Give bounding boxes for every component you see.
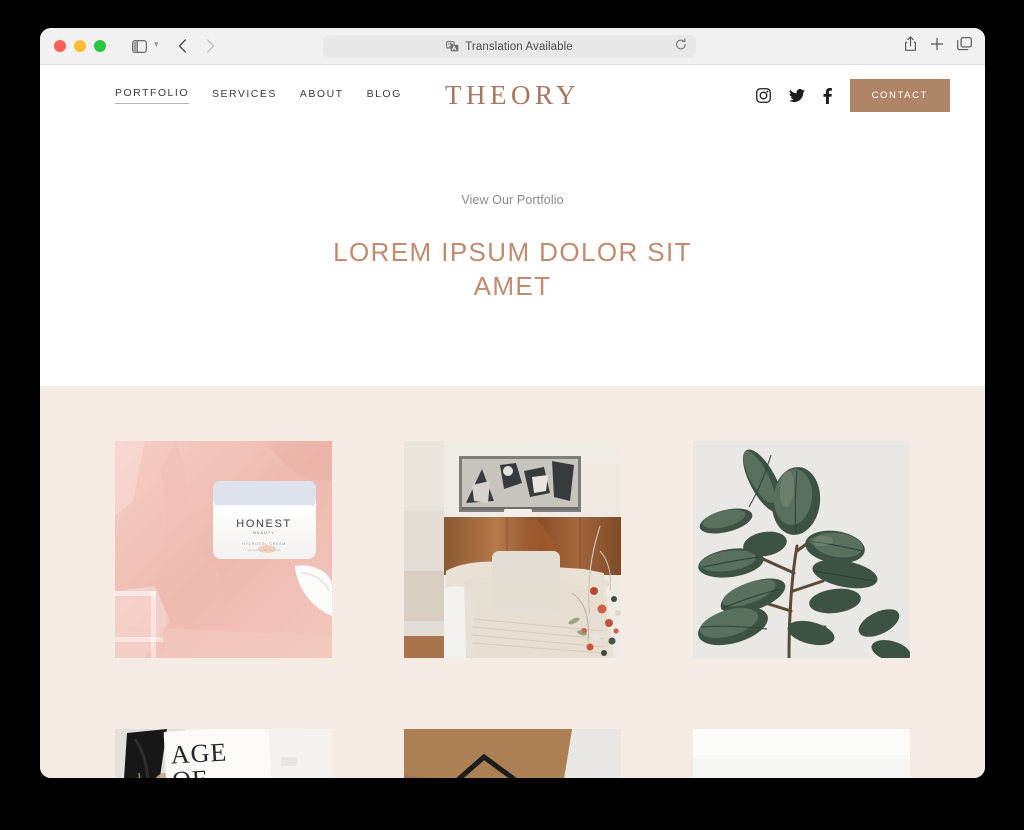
facebook-icon[interactable] bbox=[823, 87, 832, 104]
instagram-icon[interactable] bbox=[755, 88, 771, 103]
white-interior-image bbox=[693, 729, 910, 778]
svg-text:OF: OF bbox=[171, 765, 208, 778]
maximize-window-button[interactable] bbox=[94, 40, 106, 52]
share-icon[interactable] bbox=[904, 36, 917, 57]
sidebar-toggle-icon[interactable] bbox=[126, 34, 152, 58]
window-controls bbox=[40, 40, 106, 52]
chevron-down-icon[interactable]: ▾ bbox=[154, 40, 161, 52]
hero-eyebrow: View Our Portfolio bbox=[461, 193, 564, 207]
translate-icon bbox=[446, 41, 459, 52]
portfolio-gallery: HONEST BEAUTY HYDROGEL CREAM two layers … bbox=[40, 386, 985, 778]
address-bar-status: Translation Available bbox=[465, 40, 573, 53]
hero-section: View Our Portfolio LOREM IPSUM DOLOR SIT… bbox=[40, 126, 985, 386]
browser-window: ▾ Translation Available PORTFOLIO SERVIC… bbox=[40, 28, 985, 778]
close-window-button[interactable] bbox=[54, 40, 66, 52]
gallery-item-3[interactable] bbox=[693, 441, 910, 658]
nav-item-portfolio[interactable]: PORTFOLIO bbox=[115, 87, 189, 104]
minimize-window-button[interactable] bbox=[74, 40, 86, 52]
browser-toolbar: ▾ Translation Available bbox=[40, 28, 985, 65]
address-bar[interactable]: Translation Available bbox=[323, 35, 696, 58]
kraft-paper-image bbox=[404, 729, 621, 778]
page-title: LOREM IPSUM DOLOR SIT AMET bbox=[333, 237, 692, 302]
rubber-plant-image bbox=[693, 441, 910, 658]
gallery-item-5[interactable] bbox=[404, 729, 621, 778]
nav-item-blog[interactable]: BLOG bbox=[367, 88, 402, 104]
contact-button[interactable]: CONTACT bbox=[849, 79, 950, 112]
interior-artwork-image bbox=[404, 441, 621, 658]
main-navigation: PORTFOLIO SERVICES ABOUT BLOG bbox=[115, 87, 402, 104]
towel-cream-image: HONEST BEAUTY HYDROGEL CREAM two layers … bbox=[115, 441, 332, 658]
svg-text:HONEST: HONEST bbox=[236, 518, 291, 530]
gallery-item-2[interactable] bbox=[404, 441, 621, 658]
page-viewport: PORTFOLIO SERVICES ABOUT BLOG THEORY CON… bbox=[40, 65, 985, 778]
toolbar-right-controls bbox=[904, 28, 972, 65]
header-actions: CONTACT bbox=[755, 79, 950, 112]
twitter-icon[interactable] bbox=[788, 88, 805, 103]
forward-button[interactable] bbox=[198, 34, 224, 58]
tab-overview-icon[interactable] bbox=[957, 37, 972, 56]
new-tab-icon[interactable] bbox=[930, 37, 944, 56]
gallery-item-6[interactable] bbox=[693, 729, 910, 778]
gallery-item-4[interactable]: AGE OF BEAUTY The Last Beauty Label bbox=[115, 729, 332, 778]
nav-item-services[interactable]: SERVICES bbox=[212, 88, 277, 104]
reload-icon[interactable] bbox=[675, 37, 687, 56]
site-header: PORTFOLIO SERVICES ABOUT BLOG THEORY CON… bbox=[40, 65, 985, 126]
nav-item-about[interactable]: ABOUT bbox=[300, 88, 344, 104]
svg-text:BEAUTY: BEAUTY bbox=[253, 530, 274, 535]
magazine-flatlay-image: AGE OF BEAUTY The Last Beauty Label bbox=[115, 729, 332, 778]
toolbar-left-controls: ▾ bbox=[126, 34, 224, 58]
gallery-item-1[interactable]: HONEST BEAUTY HYDROGEL CREAM two layers … bbox=[115, 441, 332, 658]
back-button[interactable] bbox=[170, 34, 196, 58]
